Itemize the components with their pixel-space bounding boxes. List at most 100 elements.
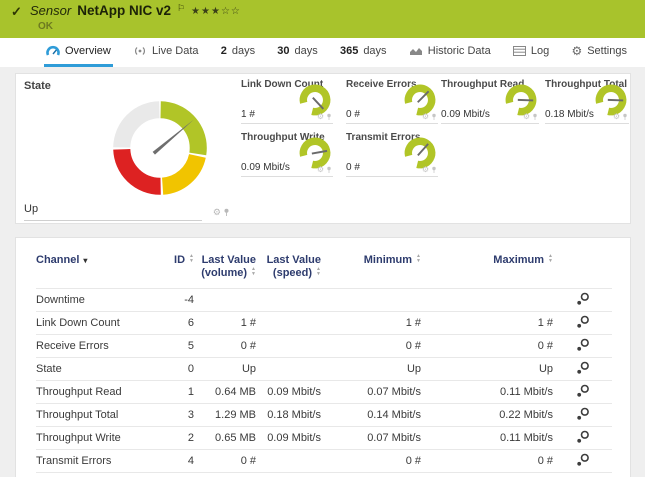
- pin-icon[interactable]: [532, 113, 538, 121]
- channel-settings-icon[interactable]: [576, 361, 590, 375]
- maximum-value: 0 #: [421, 450, 553, 473]
- channel-settings-icon[interactable]: [576, 315, 590, 329]
- channel-settings-icon[interactable]: [576, 384, 590, 398]
- pin-icon[interactable]: [431, 113, 437, 121]
- gauge-dial: [594, 83, 628, 117]
- sensor-title: NetApp NIC v2: [77, 3, 171, 18]
- channel-settings-icon[interactable]: [576, 292, 590, 306]
- sort-icon: [416, 254, 421, 264]
- last-value-speed: [256, 358, 321, 381]
- last-value-speed: [256, 312, 321, 335]
- tab-overview[interactable]: Overview: [44, 38, 113, 67]
- channel-table: Channel▾ ID Last Value(volume) Last Valu…: [36, 250, 612, 473]
- column-header-minimum[interactable]: Minimum: [321, 250, 421, 289]
- gear-icon[interactable]: ⚙: [523, 113, 530, 121]
- sort-icon: [189, 254, 194, 264]
- tab-historic-data[interactable]: Historic Data: [407, 38, 493, 67]
- channel-settings-icon[interactable]: [576, 338, 590, 352]
- channel-settings-icon[interactable]: [576, 407, 590, 421]
- channel-id: 0: [164, 358, 194, 381]
- tab-30-days[interactable]: 30 days: [275, 38, 320, 67]
- channel-name: Transmit Errors: [36, 450, 164, 473]
- gauge-needle: [418, 91, 429, 102]
- gauge-value: 0 #: [346, 162, 360, 173]
- state-footer: Up ⚙: [24, 203, 232, 218]
- channel-id: 1: [164, 381, 194, 404]
- tab-label: days: [232, 45, 255, 57]
- gear-icon[interactable]: ⚙: [422, 113, 429, 121]
- channel-id: 2: [164, 427, 194, 450]
- gauge-dial: [298, 83, 332, 117]
- pin-icon[interactable]: [326, 113, 332, 121]
- tab-log[interactable]: Log: [511, 38, 551, 67]
- gauge-value: 1 #: [241, 109, 255, 120]
- minimum-value: Up: [321, 358, 421, 381]
- priority-stars[interactable]: ★★★☆☆: [191, 6, 241, 17]
- gauge-cell-transmit-errors: Transmit Errors 0 # ⚙: [346, 132, 438, 177]
- last-value-speed: 0.09 Mbit/s: [256, 381, 321, 404]
- pin-icon[interactable]: [223, 208, 230, 217]
- table-header-row: Channel▾ ID Last Value(volume) Last Valu…: [36, 250, 612, 289]
- last-value-volume: 0 #: [194, 335, 256, 358]
- gauge-needle: [313, 98, 324, 109]
- state-status: Up: [24, 203, 38, 215]
- channel-settings-icon[interactable]: [576, 453, 590, 467]
- column-header-maximum[interactable]: Maximum: [421, 250, 553, 289]
- sort-icon: [548, 254, 553, 264]
- maximum-value: 1 #: [421, 312, 553, 335]
- channel-id: 4: [164, 450, 194, 473]
- gauge-needle: [608, 100, 623, 101]
- minimum-value: 0.07 Mbit/s: [321, 427, 421, 450]
- column-header-last-value-speed[interactable]: Last Value(speed): [256, 250, 321, 289]
- gauge-cell-receive-errors: Receive Errors 0 # ⚙: [346, 79, 438, 124]
- minimum-value: [321, 289, 421, 312]
- tab-label: Live Data: [152, 45, 198, 57]
- maximum-value: [421, 289, 553, 312]
- tab-2-days[interactable]: 2 days: [219, 38, 257, 67]
- pin-icon[interactable]: [326, 166, 332, 174]
- column-header-channel[interactable]: Channel▾: [36, 250, 164, 289]
- channel-name: State: [36, 358, 164, 381]
- sensor-status-text: OK: [38, 21, 53, 32]
- table-row: Receive Errors 5 0 # 0 # 0 #: [36, 335, 612, 358]
- gear-icon[interactable]: ⚙: [613, 113, 620, 121]
- sort-icon: [251, 267, 256, 277]
- tab-label: Settings: [587, 45, 627, 57]
- sensor-type-label: Sensor: [30, 3, 71, 18]
- tab-live-data[interactable]: Live Data: [131, 38, 200, 67]
- gear-icon[interactable]: ⚙: [213, 208, 221, 217]
- state-title: State: [24, 80, 232, 92]
- table-row: Throughput Write 2 0.65 MB 0.09 Mbit/s 0…: [36, 427, 612, 450]
- flag-icon: ⚐: [177, 3, 185, 14]
- gauge-dial: [403, 83, 437, 117]
- channel-id: 6: [164, 312, 194, 335]
- gauge-value: 0.09 Mbit/s: [241, 162, 290, 173]
- last-value-speed: 0.18 Mbit/s: [256, 404, 321, 427]
- channel-settings-icon[interactable]: [576, 430, 590, 444]
- gear-icon[interactable]: ⚙: [422, 166, 429, 174]
- tab-365-days[interactable]: 365 days: [338, 38, 389, 67]
- table-row: Throughput Total 3 1.29 MB 0.18 Mbit/s 0…: [36, 404, 612, 427]
- column-header-id[interactable]: ID: [164, 250, 194, 289]
- last-value-volume: 0.64 MB: [194, 381, 256, 404]
- state-gauge-cell: State Up ⚙: [24, 80, 232, 218]
- tab-label: Overview: [65, 45, 111, 57]
- tab-settings[interactable]: ⚙ Settings: [569, 38, 629, 67]
- minimum-value: 1 #: [321, 312, 421, 335]
- tab-number: 365: [340, 45, 358, 57]
- area-chart-icon: [409, 46, 423, 56]
- last-value-speed: 0.09 Mbit/s: [256, 427, 321, 450]
- pin-icon[interactable]: [431, 166, 437, 174]
- last-value-speed: [256, 289, 321, 312]
- sensor-header: ✓ Sensor NetApp NIC v2 ⚐ ★★★☆☆ OK: [0, 0, 645, 38]
- gauge-cell-throughput-total: Throughput Total 0.18 Mbit/s ⚙: [545, 79, 629, 124]
- maximum-value: Up: [421, 358, 553, 381]
- last-value-speed: [256, 335, 321, 358]
- pin-icon[interactable]: [622, 113, 628, 121]
- state-dial: [106, 94, 214, 202]
- gear-icon[interactable]: ⚙: [317, 113, 324, 121]
- tab-number: 30: [277, 45, 289, 57]
- gear-icon[interactable]: ⚙: [317, 166, 324, 174]
- gear-icon: ⚙: [571, 45, 582, 57]
- column-header-last-value-volume[interactable]: Last Value(volume): [194, 250, 256, 289]
